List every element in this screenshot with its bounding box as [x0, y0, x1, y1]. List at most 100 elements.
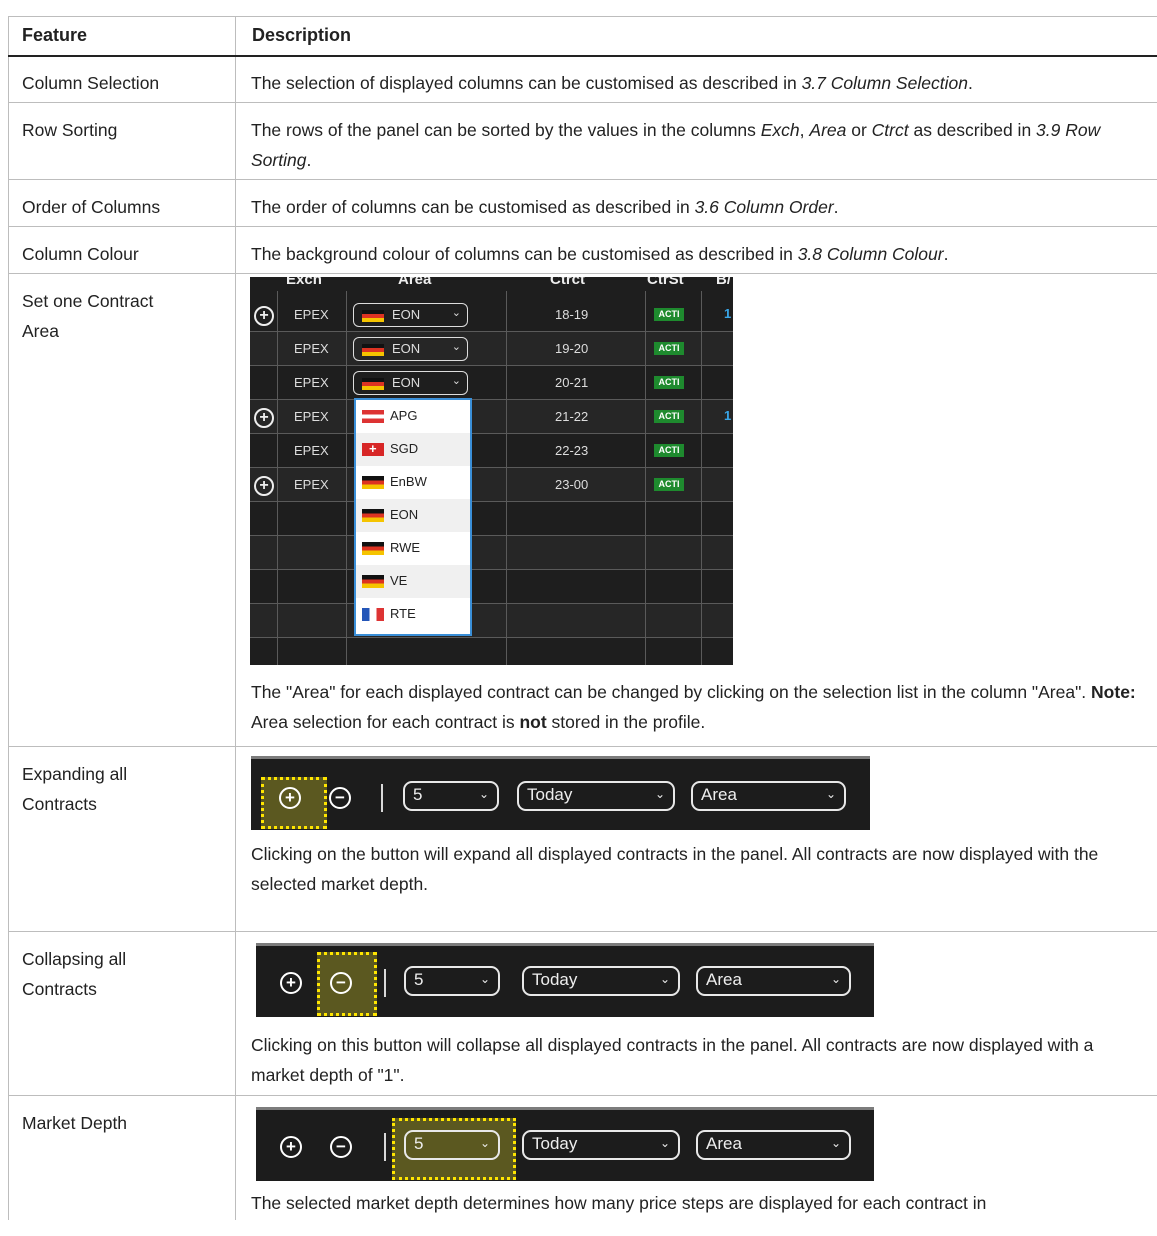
column-header-exch: Exch [286, 277, 322, 288]
grid-row [250, 502, 733, 536]
feature-description: Clicking on the button will expand all d… [251, 844, 1099, 894]
status-badge: ACTI [654, 376, 684, 389]
area-option[interactable]: APG [356, 400, 470, 433]
area-option[interactable]: EON [356, 499, 470, 532]
chevron-down-icon: ⌄ [451, 341, 461, 353]
area-option[interactable]: + SGD [356, 433, 470, 466]
chevron-down-icon: ⌄ [830, 972, 841, 986]
feature-name: Market Depth [22, 1113, 128, 1133]
table-header: Feature Description [8, 16, 1157, 57]
grid-divider [277, 291, 278, 665]
area-option[interactable]: RWE [356, 532, 470, 565]
chevron-down-icon: ⌄ [825, 787, 836, 801]
switzerland-flag-icon: + [362, 441, 384, 456]
area-option[interactable]: VE [356, 565, 470, 598]
area-filter-select[interactable]: Area ⌄ [691, 781, 846, 811]
section-reference: 3.7 Column Selection [801, 73, 968, 93]
section-reference: 3.6 Column Order [694, 197, 834, 217]
exch-cell: EPEX [294, 409, 329, 424]
depth-select[interactable]: 5 ⌄ [404, 966, 500, 996]
area-option[interactable]: EnBW [356, 466, 470, 499]
germany-flag-icon [362, 575, 384, 588]
grid-row [250, 570, 733, 604]
toolbar-screenshot-collapse: + − 5 ⌄ Today ⌄ Area ⌄ [256, 943, 874, 1017]
chevron-down-icon: ⌄ [451, 375, 461, 387]
chevron-down-icon: ⌄ [659, 972, 670, 986]
toolbar-separator [384, 969, 386, 997]
grid-row [250, 604, 733, 638]
feature-description: The selected market depth determines how… [251, 1193, 987, 1213]
chevron-down-icon: ⌄ [659, 1136, 670, 1150]
toolbar-screenshot-depth: + − 5 ⌄ Today ⌄ Area ⌄ [256, 1107, 874, 1181]
expand-all-button[interactable]: + [280, 972, 302, 994]
grid-divider [346, 291, 347, 665]
area-filter-select[interactable]: Area ⌄ [696, 966, 851, 996]
expand-contract-icon[interactable]: + [254, 408, 274, 428]
feature-name: Collapsing all Contracts [22, 949, 127, 999]
feature-name: Order of Columns [22, 197, 161, 217]
feature-description: The selection of displayed columns can b… [251, 73, 973, 93]
collapse-all-button[interactable]: − [330, 972, 352, 994]
chevron-down-icon: ⌄ [654, 787, 665, 801]
toolbar-screenshot-expand: + − 5 ⌄ Today ⌄ Area ⌄ [251, 756, 870, 830]
header-feature: Feature [22, 25, 88, 45]
collapse-all-button[interactable]: − [329, 787, 351, 809]
ctrct-cell: 18-19 [555, 307, 589, 322]
area-select[interactable]: EON ⌄ [353, 303, 468, 327]
feature-description: The order of columns can be customised a… [251, 197, 839, 217]
expand-contract-icon[interactable]: + [254, 306, 274, 326]
bid-cell: 1 [724, 408, 732, 423]
area-filter-select[interactable]: Area ⌄ [696, 1130, 851, 1160]
note-label: Note: [1091, 682, 1136, 702]
expand-all-button[interactable]: + [279, 787, 301, 809]
chevron-down-icon: ⌄ [479, 1136, 490, 1150]
ctrct-cell: 21-22 [555, 409, 589, 424]
date-select[interactable]: Today ⌄ [517, 781, 675, 811]
austria-flag-icon [362, 410, 384, 423]
expand-all-button[interactable]: + [280, 1136, 302, 1158]
ctrct-cell: 23-00 [555, 477, 589, 492]
feature-description: The background colour of columns can be … [251, 244, 949, 264]
date-select[interactable]: Today ⌄ [522, 1130, 680, 1160]
germany-flag-icon [362, 310, 384, 322]
bid-cell: 1 [724, 306, 732, 321]
area-select[interactable]: EON ⌄ [353, 337, 468, 361]
feature-name: Expanding all Contracts [22, 764, 128, 814]
germany-flag-icon [362, 476, 384, 489]
ctrct-cell: 22-23 [555, 443, 589, 458]
exch-cell: EPEX [294, 307, 329, 322]
chevron-down-icon: ⌄ [479, 972, 490, 986]
column-header-bid: B/ [716, 277, 731, 288]
germany-flag-icon [362, 344, 384, 356]
grid-divider [701, 291, 702, 665]
table-row: Column Selection The selection of displa… [8, 56, 1157, 103]
exch-cell: EPEX [294, 375, 329, 390]
column-header-ctrst: CtrSt [647, 277, 684, 288]
exch-cell: EPEX [294, 477, 329, 492]
status-badge: ACTI [654, 342, 684, 355]
chevron-down-icon: ⌄ [830, 1136, 841, 1150]
france-flag-icon [362, 608, 384, 621]
depth-select[interactable]: 5 ⌄ [403, 781, 499, 811]
depth-select[interactable]: 5 ⌄ [404, 1130, 500, 1160]
area-dropdown-list[interactable]: APG + SGD EnBW EON RWE VE RTE [354, 398, 472, 636]
section-reference: 3.8 Column Colour [797, 244, 944, 264]
area-panel-screenshot: Exch Area Ctrct CtrSt B/ + EPEX EON ⌄ 18-… [250, 277, 733, 665]
table-row: Row Sorting The rows of the panel can be… [8, 103, 1157, 180]
status-badge: ACTI [654, 410, 684, 423]
feature-name: Set one Contract Area [22, 291, 154, 341]
area-option[interactable]: RTE [356, 598, 470, 631]
expand-contract-icon[interactable]: + [254, 476, 274, 496]
status-badge: ACTI [654, 444, 684, 457]
toolbar-separator [384, 1133, 386, 1161]
feature-description: Clicking on this button will collapse al… [251, 1035, 1094, 1085]
chevron-down-icon: ⌄ [451, 307, 461, 319]
date-select[interactable]: Today ⌄ [522, 966, 680, 996]
grid-divider [645, 291, 646, 665]
ctrct-cell: 20-21 [555, 375, 589, 390]
toolbar-separator [381, 784, 383, 812]
area-select[interactable]: EON ⌄ [353, 371, 468, 395]
germany-flag-icon [362, 542, 384, 555]
collapse-all-button[interactable]: − [330, 1136, 352, 1158]
ctrct-cell: 19-20 [555, 341, 589, 356]
